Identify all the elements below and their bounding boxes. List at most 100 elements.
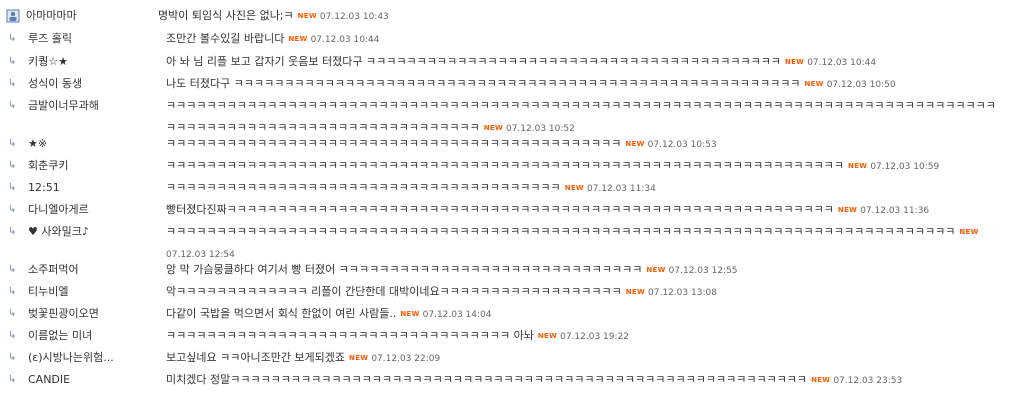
new-badge: NEW [537, 332, 558, 340]
reply-arrow-icon: ↳ [8, 56, 17, 67]
reply-text: ㅋㅋㅋㅋㅋㅋㅋㅋㅋㅋㅋㅋㅋㅋㅋㅋㅋㅋㅋㅋㅋㅋㅋㅋㅋㅋㅋㅋㅋㅋㅋㅋㅋㅋㅋㅋㅋㅋㅋ [166, 181, 561, 194]
reply-text: ㅋㅋㅋㅋㅋㅋㅋㅋㅋㅋㅋㅋㅋㅋㅋㅋㅋㅋㅋㅋㅋㅋㅋㅋㅋㅋㅋㅋㅋㅋㅋㅋㅋㅋㅋㅋㅋㅋㅋㅋ… [166, 159, 845, 172]
reply-arrow-icon: ↳ [8, 182, 17, 193]
reply-author-name[interactable]: 키퀑☆★ [28, 55, 68, 69]
reply-author-name[interactable]: (ε)시방나는위험... [28, 351, 114, 365]
reply-author-name[interactable]: 소주퍼먹어 [28, 263, 79, 277]
reply-author-name[interactable]: 다니엘아게르 [28, 203, 89, 217]
reply-author-name[interactable]: 벚꽃핀광이오면 [28, 307, 99, 321]
reply-author-name[interactable]: CANDIE [28, 373, 70, 387]
reply-author[interactable]: ↳ 성식이 동생 [6, 77, 156, 91]
reply-text: ㅋㅋㅋㅋㅋㅋㅋㅋㅋㅋㅋㅋㅋㅋㅋㅋㅋㅋㅋㅋㅋㅋㅋㅋㅋㅋㅋㅋㅋㅋㅋㅋㅋㅋㅋㅋㅋㅋㅋㅋ… [166, 99, 996, 134]
reply-author-name[interactable]: 12:51 [28, 181, 60, 195]
comment-date: 07.12.03 10:43 [319, 12, 389, 22]
root-author[interactable]: 아마마마마 [6, 9, 156, 23]
reply-body: 다같이 국밥을 먹으면서 회식 한없이 여린 사람들.. NEW 07.12.03 … [166, 303, 996, 326]
comment-date: 07.12.03 19:22 [560, 332, 629, 342]
new-badge: NEW [349, 354, 369, 362]
root-comment-text: 명박이 퇴임식 사진은 없나;ㅋ [158, 9, 294, 22]
reply-arrow-icon: ↳ [8, 374, 17, 385]
reply-author[interactable]: ↳ 벚꽃핀광이오면 [6, 307, 156, 321]
reply-author[interactable]: ↳ 금발이너무과해 [6, 99, 156, 113]
comment-date: 07.12.03 10:50 [826, 80, 896, 90]
comment-date: 07.12.03 11:34 [586, 184, 656, 194]
reply-arrow-icon: ↳ [8, 33, 17, 44]
root-author-name[interactable]: 아마마마마 [26, 9, 77, 23]
new-badge: NEW [811, 376, 831, 384]
new-badge: NEW [804, 80, 824, 88]
reply-body: 앙 막 가슴뭉클하다 여기서 빵 터졌어 ㅋㅋㅋㅋㅋㅋㅋㅋㅋㅋㅋㅋㅋㅋㅋㅋㅋㅋㅋ… [166, 259, 996, 282]
reply-text: 앙 막 가슴뭉클하다 여기서 빵 터졌어 ㅋㅋㅋㅋㅋㅋㅋㅋㅋㅋㅋㅋㅋㅋㅋㅋㅋㅋㅋ… [166, 263, 643, 276]
reply-author[interactable]: ↳ 회춘쿠키 [6, 159, 156, 173]
reply-author-name[interactable]: 성식이 동생 [28, 77, 82, 91]
user-profile-icon [6, 9, 20, 23]
reply-author[interactable]: ↳ 티누비엘 [6, 285, 156, 299]
reply-author[interactable]: ↳ (ε)시방나는위험... [6, 351, 156, 365]
comment-date: 07.12.03 22:09 [371, 354, 441, 364]
new-badge: NEW [297, 12, 317, 20]
reply-arrow-icon: ↳ [8, 264, 17, 275]
reply-author[interactable]: ↳ 루즈 홀릭 [6, 32, 156, 46]
reply-text: ㅋㅋㅋㅋㅋㅋㅋㅋㅋㅋㅋㅋㅋㅋㅋㅋㅋㅋㅋㅋㅋㅋㅋㅋㅋㅋㅋㅋㅋㅋㅋㅋㅋㅋㅋㅋㅋㅋㅋㅋ… [166, 225, 956, 238]
reply-text: 보고싶네요 ㅋㅋ아니조만간 보게되겠죠 [166, 351, 346, 364]
reply-author-name[interactable]: 금발이너무과해 [28, 99, 99, 113]
reply-author[interactable]: ↳ 다니엘아게르 [6, 203, 156, 217]
new-badge: NEW [288, 35, 308, 43]
comment-date: 07.12.03 14:04 [422, 310, 492, 320]
reply-body: ㅋㅋㅋㅋㅋㅋㅋㅋㅋㅋㅋㅋㅋㅋㅋㅋㅋㅋㅋㅋㅋㅋㅋㅋㅋㅋㅋㅋㅋㅋㅋㅋㅋㅋㅋㅋㅋㅋㅋ N… [166, 177, 996, 200]
reply-body: ㅋㅋㅋㅋㅋㅋㅋㅋㅋㅋㅋㅋㅋㅋㅋㅋㅋㅋㅋㅋㅋㅋㅋㅋㅋㅋㅋㅋㅋㅋㅋㅋㅋㅋㅋㅋㅋㅋㅋㅋ… [166, 155, 996, 178]
reply-arrow-icon: ↳ [8, 226, 17, 237]
root-comment-body: 명박이 퇴임식 사진은 없나;ㅋ NEW 07.12.03 10:43 [158, 5, 988, 28]
new-badge: NEW [400, 310, 420, 318]
reply-text: ㅋㅋㅋㅋㅋㅋㅋㅋㅋㅋㅋㅋㅋㅋㅋㅋㅋㅋㅋㅋㅋㅋㅋㅋㅋㅋㅋㅋㅋㅋㅋㅋㅋㅋ 아놔 [166, 329, 534, 342]
reply-body: 아 놔 님 리플 보고 갑자기 웃음보 터졌다구 ㅋㅋㅋㅋㅋㅋㅋㅋㅋㅋㅋㅋㅋㅋㅋ… [166, 51, 996, 74]
reply-arrow-icon: ↳ [8, 78, 17, 89]
new-badge: NEW [564, 184, 584, 192]
reply-arrow-icon: ↳ [8, 330, 17, 341]
reply-author-name[interactable]: ★※ [28, 137, 47, 151]
reply-body: 조만간 볼수있길 바랍니다 NEW 07.12.03 10:44 [166, 28, 996, 51]
comment-date: 07.12.03 10:59 [870, 162, 940, 172]
reply-arrow-icon: ↳ [8, 160, 17, 171]
comment-date: 07.12.03 10:44 [807, 58, 877, 68]
reply-author[interactable]: ↳ 12:51 [6, 181, 156, 195]
comment-date: 07.12.03 10:44 [310, 35, 380, 45]
reply-text: 조만간 볼수있길 바랍니다 [166, 32, 285, 45]
reply-text: 악ㅋㅋㅋㅋㅋㅋㅋㅋㅋㅋㅋㅋㅋ 리플이 간단한데 대박이네요ㅋㅋㅋㅋㅋㅋㅋㅋㅋㅋㅋ… [166, 285, 622, 298]
reply-body: 보고싶네요 ㅋㅋ아니조만간 보게되겠죠 NEW 07.12.03 22:09 [166, 347, 996, 370]
reply-arrow-icon: ↳ [8, 138, 17, 149]
reply-arrow-icon: ↳ [8, 204, 17, 215]
reply-author[interactable]: ↳ ★※ [6, 137, 156, 151]
reply-author-name[interactable]: 티누비엘 [28, 285, 68, 299]
reply-body: 나도 터졌다구 ㅋㅋㅋㅋㅋㅋㅋㅋㅋㅋㅋㅋㅋㅋㅋㅋㅋㅋㅋㅋㅋㅋㅋㅋㅋㅋㅋㅋㅋㅋㅋㅋ… [166, 73, 996, 96]
reply-author-name[interactable]: ♥ 사와밀크♪ [28, 225, 89, 239]
new-badge: NEW [625, 140, 645, 148]
reply-arrow-icon: ↳ [8, 286, 17, 297]
new-badge: NEW [959, 228, 979, 236]
comment-date: 07.12.03 11:36 [860, 206, 930, 216]
reply-author-name[interactable]: 루즈 홀릭 [28, 32, 72, 46]
reply-text: 다같이 국밥을 먹으면서 회식 한없이 여린 사람들.. [166, 307, 397, 320]
new-badge: NEW [848, 162, 868, 170]
comment-date: 07.12.03 10:53 [647, 140, 717, 150]
reply-author[interactable]: ↳ 소주퍼먹어 [6, 263, 156, 277]
reply-author[interactable]: ↳ ♥ 사와밀크♪ [6, 225, 156, 239]
reply-author-name[interactable]: 회춘쿠키 [28, 159, 68, 173]
reply-text: 아 놔 님 리플 보고 갑자기 웃음보 터졌다구 ㅋㅋㅋㅋㅋㅋㅋㅋㅋㅋㅋㅋㅋㅋㅋ… [166, 55, 781, 68]
reply-body: ㅋㅋㅋㅋㅋㅋㅋㅋㅋㅋㅋㅋㅋㅋㅋㅋㅋㅋㅋㅋㅋㅋㅋㅋㅋㅋㅋㅋㅋㅋㅋㅋㅋㅋㅋㅋㅋㅋㅋㅋ… [166, 133, 996, 156]
reply-author-name[interactable]: 이름없는 미녀 [28, 329, 92, 343]
comment-date: 07.12.03 23:53 [833, 376, 903, 386]
reply-author[interactable]: ↳ CANDIE [6, 373, 156, 387]
reply-body: 미치겠다 정말ㅋㅋㅋㅋㅋㅋㅋㅋㅋㅋㅋㅋㅋㅋㅋㅋㅋㅋㅋㅋㅋㅋㅋㅋㅋㅋㅋㅋㅋㅋㅋㅋㅋ… [166, 369, 996, 392]
reply-body: 빵터졌다진짜ㅋㅋㅋㅋㅋㅋㅋㅋㅋㅋㅋㅋㅋㅋㅋㅋㅋㅋㅋㅋㅋㅋㅋㅋㅋㅋㅋㅋㅋㅋㅋㅋㅋㅋ… [166, 199, 996, 222]
reply-arrow-icon: ↳ [8, 100, 17, 111]
reply-text: 나도 터졌다구 ㅋㅋㅋㅋㅋㅋㅋㅋㅋㅋㅋㅋㅋㅋㅋㅋㅋㅋㅋㅋㅋㅋㅋㅋㅋㅋㅋㅋㅋㅋㅋㅋ… [166, 77, 801, 90]
reply-text: ㅋㅋㅋㅋㅋㅋㅋㅋㅋㅋㅋㅋㅋㅋㅋㅋㅋㅋㅋㅋㅋㅋㅋㅋㅋㅋㅋㅋㅋㅋㅋㅋㅋㅋㅋㅋㅋㅋㅋㅋ… [166, 137, 622, 150]
comment-date: 07.12.03 12:55 [668, 266, 738, 276]
reply-author[interactable]: ↳ 키퀑☆★ [6, 55, 156, 69]
reply-body: ㅋㅋㅋㅋㅋㅋㅋㅋㅋㅋㅋㅋㅋㅋㅋㅋㅋㅋㅋㅋㅋㅋㅋㅋㅋㅋㅋㅋㅋㅋㅋㅋㅋㅋ 아놔 NEW… [166, 325, 996, 348]
new-badge: NEW [784, 58, 805, 66]
reply-author[interactable]: ↳ 이름없는 미녀 [6, 329, 156, 343]
reply-body: 악ㅋㅋㅋㅋㅋㅋㅋㅋㅋㅋㅋㅋㅋ 리플이 간단한데 대박이네요ㅋㅋㅋㅋㅋㅋㅋㅋㅋㅋㅋ… [166, 281, 996, 304]
reply-arrow-icon: ↳ [8, 308, 17, 319]
